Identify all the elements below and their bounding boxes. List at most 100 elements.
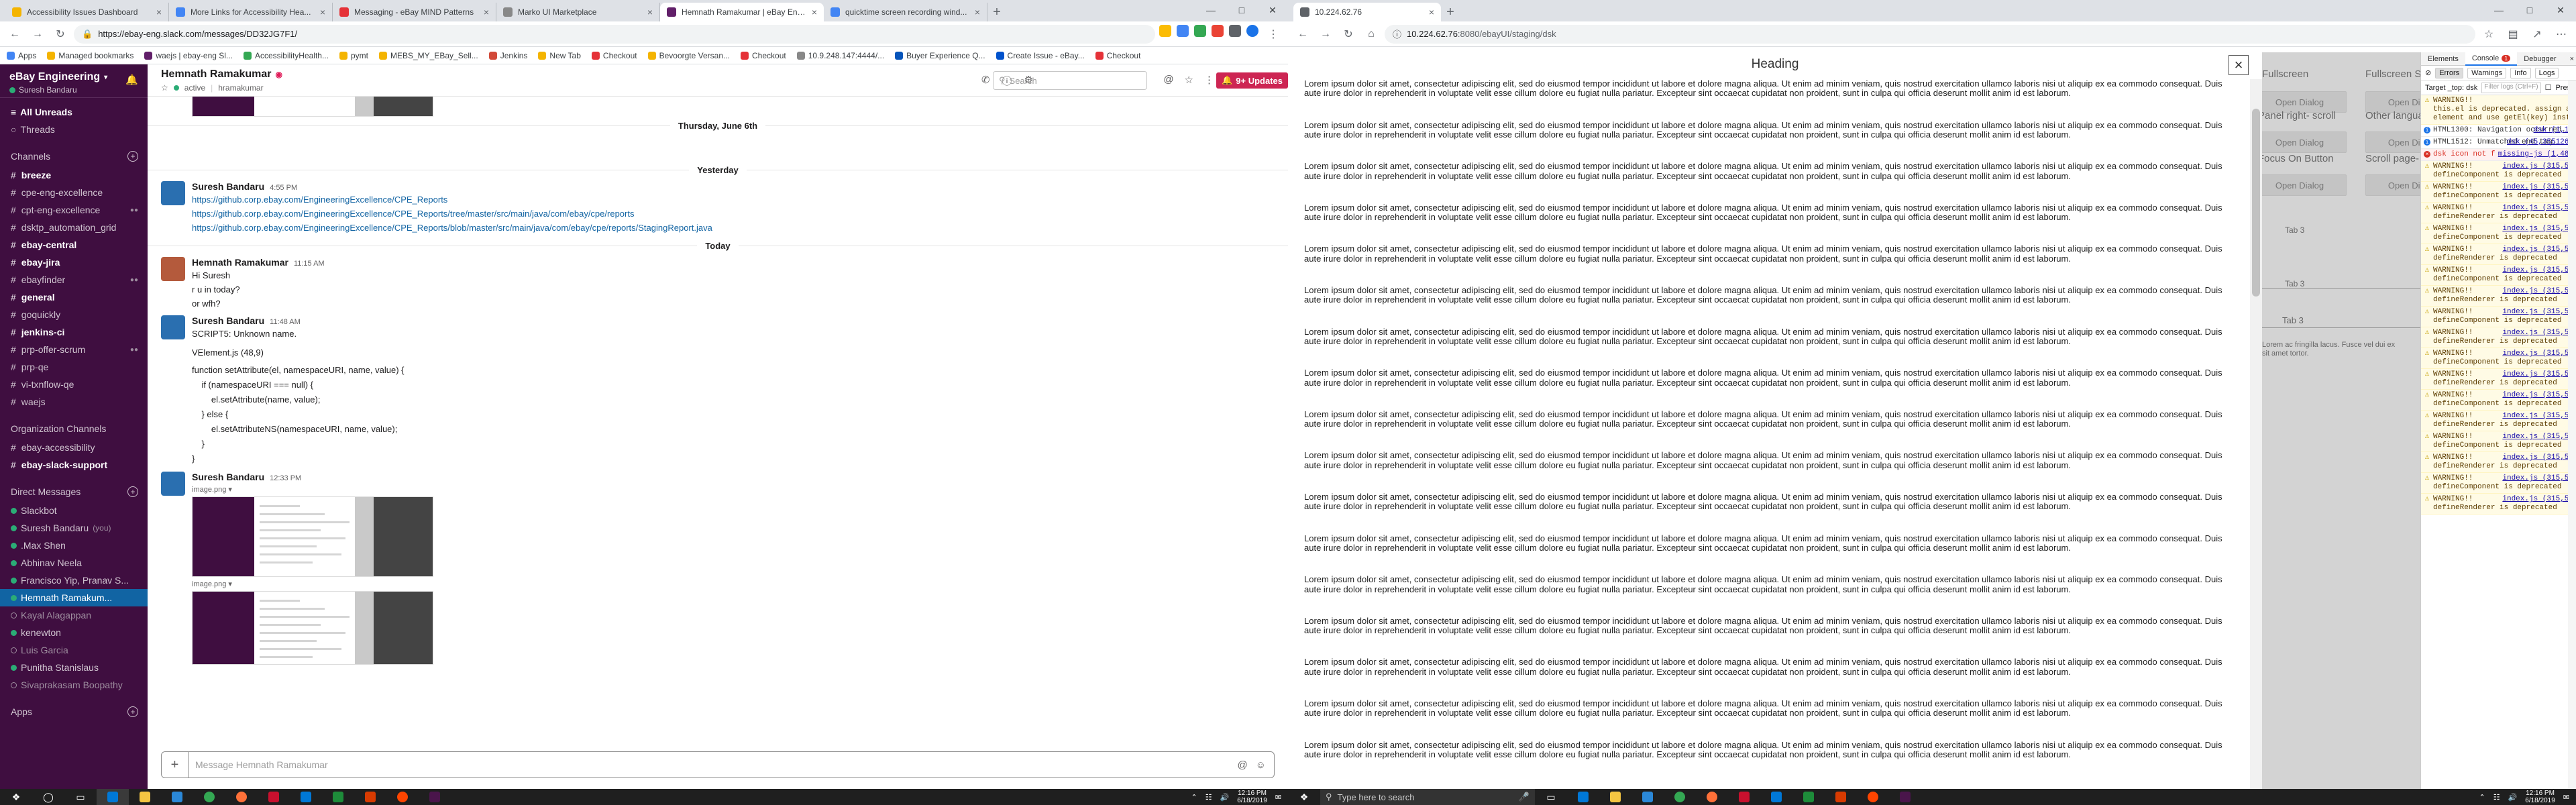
sidebar-item-channel[interactable]: # dsktp_automation_grid	[0, 219, 148, 236]
search-icon[interactable]: ◯	[32, 789, 64, 805]
console-source-link[interactable]: index.js (315,5)	[2500, 183, 2573, 192]
clock[interactable]: 12:16 PM 6/18/2019	[2525, 790, 2555, 804]
bookmark-item[interactable]: waejs | ebay-eng Sl...	[144, 51, 233, 60]
console-source-link[interactable]: index.js (315,5)	[2500, 495, 2573, 504]
explorer-app-icon[interactable]	[1599, 789, 1631, 805]
sidebar-item-channel[interactable]: # ebay-jira	[0, 254, 148, 271]
address-bar[interactable]: 🔒 https://ebay-eng.slack.com/messages/DD…	[74, 24, 1155, 44]
store-app-icon[interactable]	[161, 789, 193, 805]
close-tab-icon[interactable]: ×	[484, 7, 489, 17]
console-source-link[interactable]: index.js (315,5)	[2500, 204, 2573, 213]
image-filename[interactable]: image.png ▾	[192, 485, 1275, 494]
app-icon[interactable]	[1825, 789, 1857, 805]
firefox-app-icon[interactable]	[225, 789, 258, 805]
updates-button[interactable]: 🔔 9+ Updates	[1216, 72, 1288, 89]
avatar[interactable]	[161, 315, 185, 339]
console-source-link[interactable]: dsk (1,1)	[2531, 126, 2573, 135]
app-icon[interactable]	[386, 789, 419, 805]
message-composer[interactable]: + Message Hemnath Ramakumar @ ☺	[161, 751, 1275, 778]
sidebar-item-channel[interactable]: # prp-qe	[0, 358, 148, 376]
sidebar-item-channel[interactable]: # vi-txnflow-qe	[0, 376, 148, 393]
dialog-scrollbar[interactable]	[2250, 79, 2262, 789]
extension-icon[interactable]	[1194, 24, 1206, 37]
console-source-link[interactable]: index.js (315,5)	[2500, 391, 2573, 400]
console-entry[interactable]: ⚠ WARNING!! defineRenderer is deprecated i…	[2421, 286, 2576, 307]
reload-icon[interactable]: ↻	[1339, 25, 1358, 44]
close-tab-icon[interactable]: ×	[647, 7, 653, 17]
console-entry[interactable]: ⚠ WARNING!! defineComponent is deprecated…	[2421, 431, 2576, 452]
image-preview[interactable]	[192, 591, 433, 665]
message-time[interactable]: 12:33 PM	[270, 474, 301, 482]
image-preview[interactable]	[192, 496, 433, 577]
bookmark-item[interactable]: pymt	[339, 51, 368, 60]
console-entry[interactable]: ⚠ WARNING!! defineRenderer is deprecated i…	[2421, 369, 2576, 390]
sidebar-item-dm[interactable]: Slackbot	[0, 502, 148, 519]
sidebar-item-all-unreads[interactable]: ≡ All Unreads	[0, 103, 148, 121]
app-icon[interactable]	[1792, 789, 1825, 805]
forward-icon[interactable]: →	[1316, 25, 1335, 44]
console-source-link[interactable]: index.js (315,5)	[2500, 162, 2573, 171]
add-dm-icon[interactable]: +	[127, 486, 138, 497]
phone-icon[interactable]: ✆	[981, 74, 990, 88]
clear-console-icon[interactable]: ⊘	[2425, 68, 2431, 77]
devtools-close-icon[interactable]: ×	[2563, 52, 2576, 66]
sidebar-item-channel[interactable]: # ebayfinder ●●	[0, 271, 148, 288]
console-entry[interactable]: ⚠ WARNING!! defineComponent is deprecated…	[2421, 161, 2576, 182]
console-source-link[interactable]: index.js (315,5)	[2500, 246, 2573, 254]
message-author[interactable]: Hemnath Ramakumar	[192, 257, 288, 268]
bookmark-item[interactable]: Buyer Experience Q...	[895, 51, 985, 60]
console-source-link[interactable]: missing-js (1,48)	[2495, 150, 2573, 159]
slack-app-icon[interactable]	[419, 789, 451, 805]
open-dialog-button[interactable]: Open Dialog	[2365, 131, 2420, 153]
dialog-close-button[interactable]: ×	[2229, 55, 2249, 75]
scrollbar-thumb[interactable]	[2252, 109, 2260, 297]
minimize-icon[interactable]: —	[1195, 0, 1226, 20]
console-source-link[interactable]: index.js (315,5)	[2500, 474, 2573, 483]
message-author[interactable]: Suresh Bandaru	[192, 181, 264, 192]
conversation-name[interactable]: Hemnath Ramakumar	[161, 68, 272, 80]
console-source-link[interactable]: index.js (315,5)	[2500, 350, 2573, 358]
console-entry[interactable]: ⚠ WARNING!! defineComponent is deprecated…	[2421, 307, 2576, 327]
tab-console[interactable]: Console 1	[2465, 52, 2518, 66]
add-channel-icon[interactable]: +	[127, 151, 138, 162]
message-link[interactable]: https://github.corp.ebay.com/Engineering…	[192, 194, 1275, 206]
message[interactable]: Suresh Bandaru 4:55 PM https://github.corp…	[148, 178, 1288, 237]
new-tab-button[interactable]: +	[1441, 3, 1460, 21]
bookmark-item[interactable]: Create Issue - eBay...	[996, 51, 1085, 60]
filter-logs[interactable]: Logs	[2534, 67, 2559, 78]
close-tab-icon[interactable]: ×	[320, 7, 325, 17]
org-channels-header[interactable]: Organization Channels	[0, 419, 148, 439]
sidebar-item-channel[interactable]: # prp-offer-scrum ●●	[0, 341, 148, 358]
home-icon[interactable]: ⌂	[1362, 25, 1381, 44]
filter-warnings[interactable]: Warnings	[2467, 67, 2507, 78]
message-time[interactable]: 11:15 AM	[294, 260, 325, 268]
sidebar-item-dm[interactable]: Francisco Yip, Pranav S...	[0, 572, 148, 589]
message-author[interactable]: Suresh Bandaru	[192, 315, 264, 326]
open-dialog-button[interactable]: Open Dialog	[2262, 174, 2347, 196]
console-source-link[interactable]: index.js (315,5)	[2500, 412, 2573, 421]
console-entry[interactable]: ⚠ WARNING!! defineComponent is deprecated…	[2421, 390, 2576, 411]
mention-icon[interactable]: @	[1237, 759, 1247, 771]
browser-tab[interactable]: Accessibility Issues Dashboard ×	[5, 3, 169, 21]
microphone-icon[interactable]: 🎤	[1519, 792, 1529, 802]
star-icon[interactable]: ☆	[161, 83, 168, 93]
console-source-link[interactable]: index.js (315,5)	[2500, 308, 2573, 317]
console-entry[interactable]: ⚠ WARNING!! defineRenderer is deprecated i…	[2421, 244, 2576, 265]
console-entry[interactable]: i HTML1512: Unmatched end tag. dsk (45,355…	[2421, 137, 2576, 149]
bookmark-item[interactable]: New Tab	[538, 51, 581, 60]
message[interactable]: Suresh Bandaru 12:33 PM image.png ▾ image.p…	[148, 469, 1288, 667]
bookmark-item[interactable]: 10.9.248.147:4444/...	[796, 51, 884, 60]
message[interactable]: Hemnath Ramakumar 11:15 AM Hi Suresh r u in…	[148, 254, 1288, 313]
store-app-icon[interactable]	[1631, 789, 1664, 805]
mention-icon[interactable]: @	[1163, 74, 1173, 86]
filter-info[interactable]: Info	[2510, 67, 2531, 78]
close-icon[interactable]: ✕	[1257, 0, 1288, 20]
clock[interactable]: 12:16 PM 6/18/2019	[1237, 790, 1267, 804]
app-icon[interactable]	[290, 789, 322, 805]
channels-header[interactable]: Channels +	[0, 146, 148, 166]
notification-icon[interactable]: ✉	[1275, 793, 1281, 802]
close-tab-icon[interactable]: ×	[156, 7, 162, 17]
share-icon[interactable]: ↗	[2528, 25, 2546, 44]
sidebar-item-dm[interactable]: Punitha Stanislaus	[0, 659, 148, 676]
tab-label[interactable]: Tab 3	[2285, 225, 2304, 235]
